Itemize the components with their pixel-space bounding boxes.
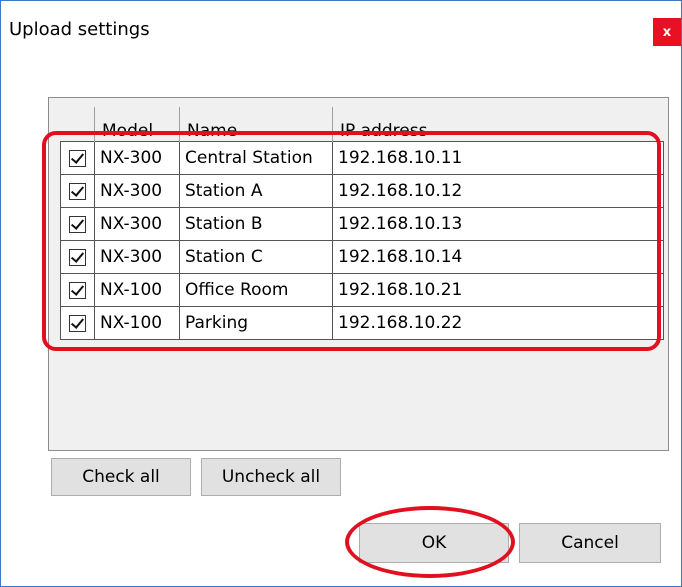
header-checkbox-column[interactable]	[60, 107, 95, 142]
cell-ip-address: 192.168.10.14	[332, 240, 664, 274]
cell-ip-address: 192.168.10.21	[332, 273, 664, 307]
table-row[interactable]: NX-300 Central Station 192.168.10.11	[60, 141, 664, 175]
cell-model: NX-300	[94, 174, 180, 208]
cell-name: Station A	[179, 174, 333, 208]
cell-ip-address: 192.168.10.13	[332, 207, 664, 241]
row-checkbox[interactable]	[69, 182, 86, 200]
cell-name: Office Room	[179, 273, 333, 307]
row-checkbox[interactable]	[69, 248, 86, 266]
check-all-button[interactable]: Check all	[51, 458, 191, 496]
cancel-button[interactable]: Cancel	[519, 523, 661, 563]
cell-ip-address: 192.168.10.22	[332, 306, 664, 340]
row-checkbox[interactable]	[69, 314, 86, 332]
table-header: Model Name IP address	[60, 107, 663, 142]
header-ip-address[interactable]: IP address	[332, 107, 663, 142]
close-button[interactable]: x	[653, 18, 681, 46]
row-checkbox[interactable]	[69, 215, 86, 233]
dialog-title: Upload settings	[9, 19, 150, 40]
row-checkbox[interactable]	[69, 149, 86, 167]
row-checkbox[interactable]	[69, 281, 86, 299]
header-name[interactable]: Name	[179, 107, 333, 142]
cell-name: Parking	[179, 306, 333, 340]
cell-ip-address: 192.168.10.12	[332, 174, 664, 208]
table-row[interactable]: NX-300 Station A 192.168.10.12	[60, 174, 664, 208]
table-row[interactable]: NX-300 Station B 192.168.10.13	[60, 207, 664, 241]
cell-ip-address: 192.168.10.11	[332, 141, 664, 175]
device-list: Model Name IP address NX-300 Central Sta…	[48, 97, 669, 451]
table-row[interactable]: NX-100 Parking 192.168.10.22	[60, 306, 664, 340]
table-row[interactable]: NX-300 Station C 192.168.10.14	[60, 240, 664, 274]
cell-name: Station B	[179, 207, 333, 241]
device-table: Model Name IP address NX-300 Central Sta…	[60, 107, 664, 340]
table-row[interactable]: NX-100 Office Room 192.168.10.21	[60, 273, 664, 307]
cell-model: NX-300	[94, 207, 180, 241]
cell-model: NX-300	[94, 240, 180, 274]
ok-button[interactable]: OK	[359, 523, 509, 563]
upload-settings-dialog: Upload settings x Model Name IP address …	[0, 0, 682, 587]
cell-model: NX-300	[94, 141, 180, 175]
cell-model: NX-100	[94, 273, 180, 307]
uncheck-all-button[interactable]: Uncheck all	[201, 458, 341, 496]
header-model[interactable]: Model	[94, 107, 180, 142]
cell-model: NX-100	[94, 306, 180, 340]
cell-name: Station C	[179, 240, 333, 274]
cell-name: Central Station	[179, 141, 333, 175]
